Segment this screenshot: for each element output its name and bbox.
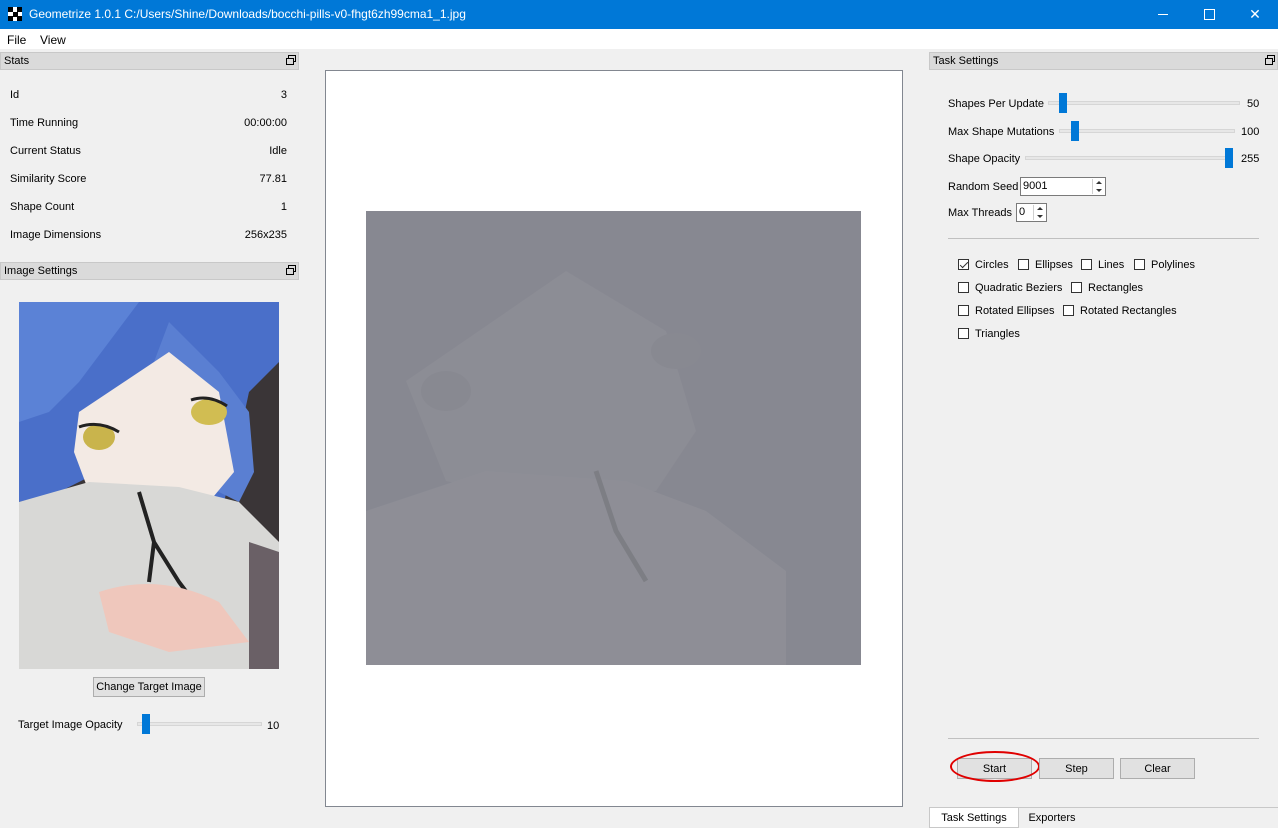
circles-checkbox[interactable] xyxy=(958,259,969,270)
stat-value-status: Idle xyxy=(269,145,287,157)
highlight-ring xyxy=(950,751,1040,782)
tab-exporters[interactable]: Exporters xyxy=(1019,808,1085,828)
random-seed-value: 9001 xyxy=(1023,180,1048,192)
rotated-rectangles-checkbox[interactable] xyxy=(1063,305,1074,316)
quadratic-beziers-checkbox[interactable] xyxy=(958,282,969,293)
quadratic-beziers-label[interactable]: Quadratic Beziers xyxy=(975,282,1062,294)
random-seed-spinbox[interactable]: 9001 xyxy=(1020,177,1106,196)
minimize-button[interactable] xyxy=(1140,0,1186,29)
target-opacity-label: Target Image Opacity xyxy=(18,719,123,731)
minimize-icon xyxy=(1158,14,1168,15)
lines-checkbox[interactable] xyxy=(1081,259,1092,270)
max-shape-mutations-slider-handle[interactable] xyxy=(1070,121,1079,141)
target-opacity-slider-handle[interactable] xyxy=(141,714,150,734)
target-image xyxy=(19,302,279,669)
app-icon xyxy=(8,7,22,21)
shape-opacity-label: Shape Opacity xyxy=(948,153,1021,165)
stat-label-shape-count: Shape Count xyxy=(10,201,75,213)
step-button[interactable]: Step xyxy=(1039,758,1114,779)
geometrized-canvas xyxy=(366,211,861,665)
image-settings-title: Image Settings xyxy=(4,265,78,277)
tab-task-settings[interactable]: Task Settings xyxy=(929,808,1019,828)
window-title: Geometrize 1.0.1 C:/Users/Shine/Download… xyxy=(29,7,466,21)
max-shape-mutations-slider-track[interactable] xyxy=(1059,129,1235,133)
spin-arrows-icon[interactable] xyxy=(1033,205,1045,220)
max-shape-mutations-label: Max Shape Mutations xyxy=(948,126,1055,138)
shape-opacity-slider-handle[interactable] xyxy=(1225,148,1233,168)
polylines-checkbox[interactable] xyxy=(1134,259,1145,270)
lines-label[interactable]: Lines xyxy=(1098,259,1124,271)
stat-value-shape-count: 1 xyxy=(280,201,287,213)
stats-panel: Id 3 Time Running 00:00:00 Current Statu… xyxy=(0,70,299,260)
circles-label[interactable]: Circles xyxy=(975,259,1009,271)
faded-target-overlay xyxy=(366,271,786,665)
shapes-per-update-slider-handle[interactable] xyxy=(1059,93,1068,113)
close-button[interactable]: ✕ xyxy=(1232,0,1278,29)
task-settings-header: Task Settings xyxy=(929,52,1278,70)
clear-button[interactable]: Clear xyxy=(1120,758,1195,779)
triangles-label[interactable]: Triangles xyxy=(975,328,1020,340)
stat-label-time-running: Time Running xyxy=(10,117,79,129)
shapes-per-update-slider-track[interactable] xyxy=(1048,101,1240,105)
image-settings-header: Image Settings xyxy=(0,262,299,280)
stat-value-similarity: 77.81 xyxy=(259,173,287,185)
rotated-rectangles-label[interactable]: Rotated Rectangles xyxy=(1080,305,1177,317)
target-image-picture xyxy=(19,302,279,669)
menu-bar: File View xyxy=(0,29,1278,49)
rotated-ellipses-label[interactable]: Rotated Ellipses xyxy=(975,305,1055,317)
stat-label-similarity: Similarity Score xyxy=(10,173,87,185)
float-dock-icon[interactable] xyxy=(1265,55,1275,65)
triangles-checkbox[interactable] xyxy=(958,328,969,339)
title-bar: Geometrize 1.0.1 C:/Users/Shine/Download… xyxy=(0,0,1278,29)
stat-label-status: Current Status xyxy=(10,145,81,157)
maximize-button[interactable] xyxy=(1186,0,1232,29)
stat-label-id: Id xyxy=(10,89,20,101)
stats-header: Stats xyxy=(0,52,299,70)
maximize-icon xyxy=(1203,9,1215,20)
stats-title: Stats xyxy=(4,55,30,67)
random-seed-label: Random Seed xyxy=(948,181,1019,193)
divider xyxy=(948,738,1259,739)
shapes-per-update-value: 50 xyxy=(1247,98,1260,110)
ellipses-label[interactable]: Ellipses xyxy=(1035,259,1073,271)
shapes-per-update-label: Shapes Per Update xyxy=(948,98,1045,110)
polylines-label[interactable]: Polylines xyxy=(1151,259,1195,271)
max-threads-label: Max Threads xyxy=(948,207,1012,219)
close-icon: ✕ xyxy=(1249,6,1261,22)
float-dock-icon[interactable] xyxy=(286,55,296,65)
target-opacity-value: 10 xyxy=(267,720,280,732)
float-dock-icon[interactable] xyxy=(286,265,296,275)
shape-opacity-value: 255 xyxy=(1241,153,1260,165)
max-threads-spinbox[interactable]: 0 xyxy=(1016,203,1047,222)
stat-label-dimensions: Image Dimensions xyxy=(10,229,102,241)
spin-arrows-icon[interactable] xyxy=(1092,179,1104,194)
stat-value-time-running: 00:00:00 xyxy=(244,117,287,129)
stat-value-dimensions: 256x235 xyxy=(244,229,287,241)
target-opacity-slider-track[interactable] xyxy=(137,722,262,726)
shape-opacity-slider-track[interactable] xyxy=(1025,156,1233,160)
rotated-ellipses-checkbox[interactable] xyxy=(958,305,969,316)
menu-file[interactable]: File xyxy=(7,33,26,47)
canvas-frame xyxy=(325,70,903,807)
stat-value-id: 3 xyxy=(280,89,287,101)
max-shape-mutations-value: 100 xyxy=(1241,126,1260,138)
rectangles-label[interactable]: Rectangles xyxy=(1088,282,1143,294)
ellipses-checkbox[interactable] xyxy=(1018,259,1029,270)
rectangles-checkbox[interactable] xyxy=(1071,282,1082,293)
task-settings-title: Task Settings xyxy=(933,55,999,67)
menu-view[interactable]: View xyxy=(40,33,66,47)
divider xyxy=(948,238,1259,239)
change-target-image-button[interactable]: Change Target Image xyxy=(93,677,205,697)
max-threads-value: 0 xyxy=(1019,206,1026,218)
